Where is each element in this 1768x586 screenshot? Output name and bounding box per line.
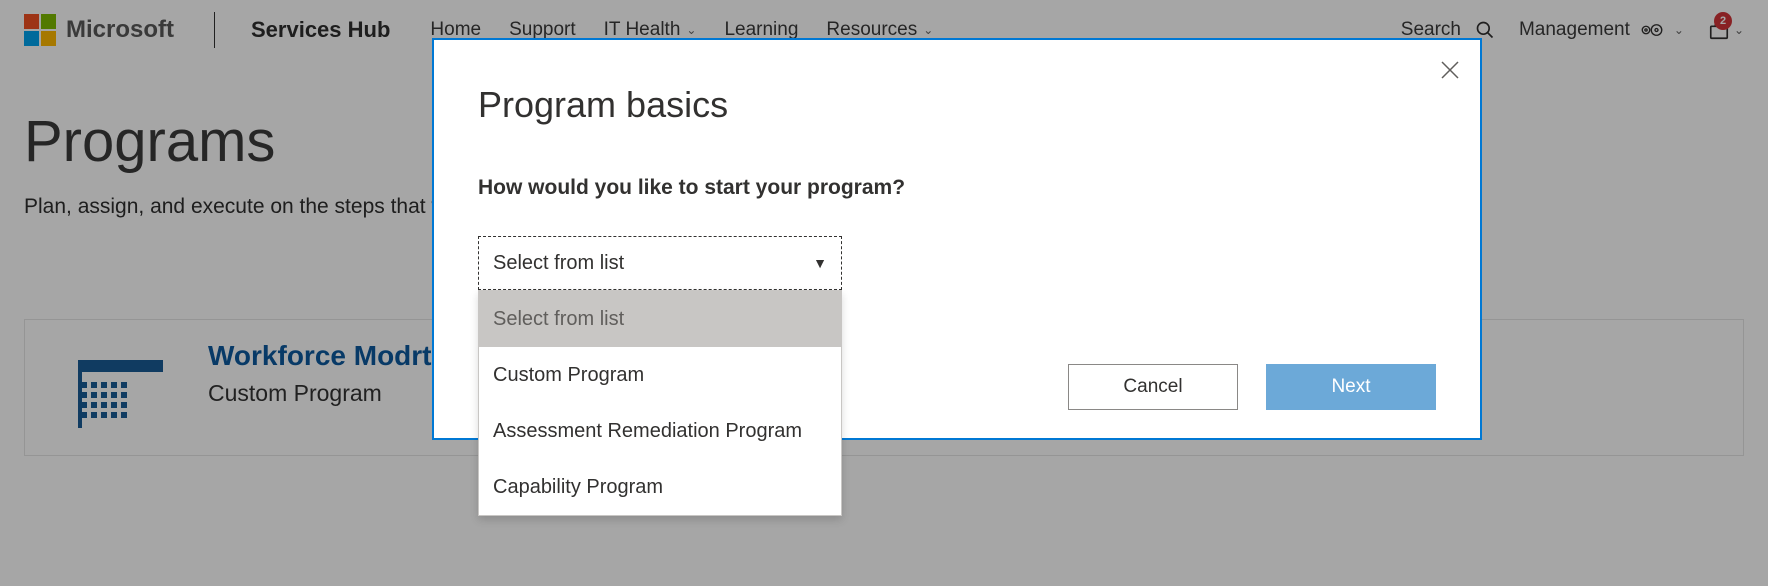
- dialog-question: How would you like to start your program…: [478, 176, 1436, 200]
- dropdown-option-assessment-remediation[interactable]: Assessment Remediation Program: [479, 403, 841, 459]
- next-button[interactable]: Next: [1266, 364, 1436, 410]
- cancel-button[interactable]: Cancel: [1068, 364, 1238, 410]
- dropdown-option-custom-program[interactable]: Custom Program: [479, 347, 841, 403]
- close-icon: [1438, 58, 1462, 82]
- dropdown-option-placeholder[interactable]: Select from list: [479, 291, 841, 347]
- caret-down-icon: ▼: [813, 255, 827, 271]
- close-button[interactable]: [1438, 58, 1462, 82]
- program-type-select-wrap: Select from list ▼ Select from list Cust…: [478, 236, 842, 290]
- dialog-title: Program basics: [478, 84, 1436, 126]
- program-basics-dialog: Program basics How would you like to sta…: [432, 38, 1482, 440]
- dropdown-option-capability-program[interactable]: Capability Program: [479, 459, 841, 515]
- program-type-select[interactable]: Select from list ▼: [478, 236, 842, 290]
- select-value: Select from list: [493, 252, 624, 275]
- program-type-dropdown: Select from list Custom Program Assessme…: [478, 290, 842, 516]
